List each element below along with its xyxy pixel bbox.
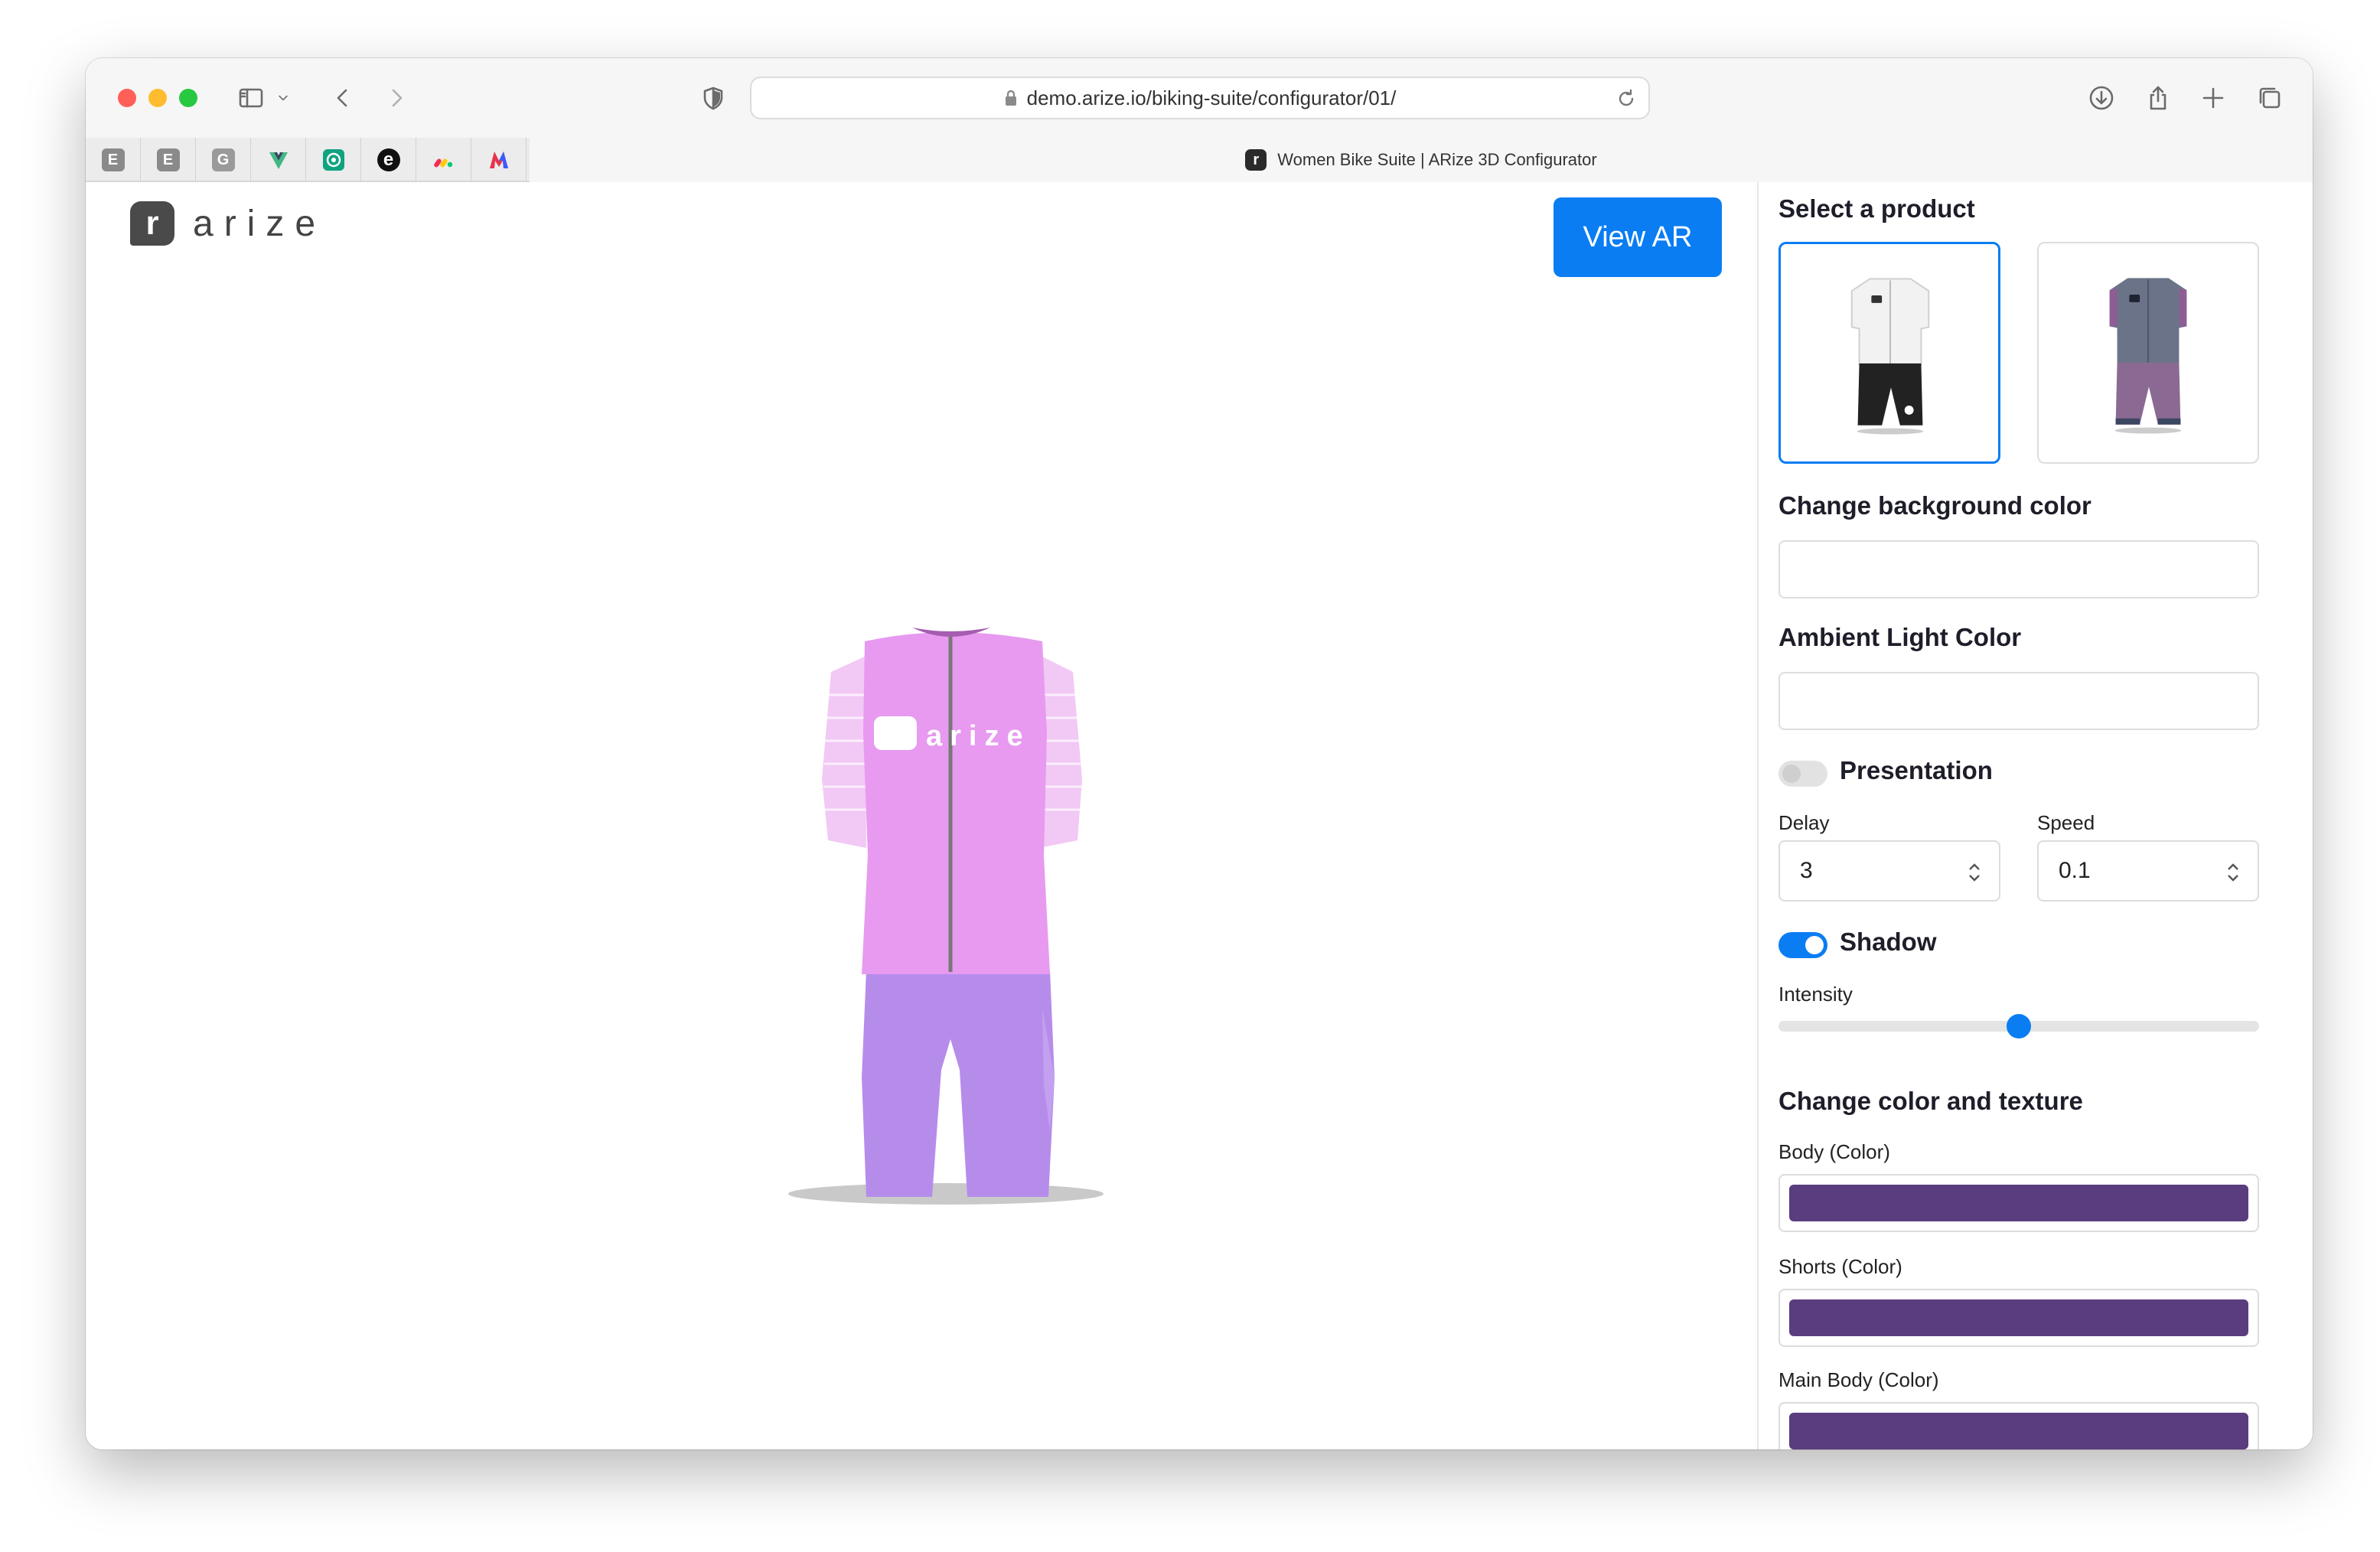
stepper-icon[interactable] <box>1967 859 1982 886</box>
intensity-slider-thumb[interactable] <box>2007 1014 2031 1038</box>
jersey-logo-text: arize <box>926 720 1031 752</box>
logo-text: arize <box>193 203 327 244</box>
pinned-tab-5[interactable] <box>306 138 361 182</box>
reload-icon[interactable] <box>1615 87 1638 110</box>
speed-value: 0.1 <box>2059 858 2091 883</box>
main-body-color-fill <box>1789 1413 2248 1449</box>
share-icon[interactable] <box>2143 83 2173 113</box>
m-logo-icon <box>489 152 508 168</box>
3d-viewer[interactable]: r arize View AR arize <box>86 182 1757 1449</box>
address-bar[interactable]: demo.arize.io/biking-suite/configurator/… <box>750 77 1650 119</box>
shorts-color-fill <box>1789 1299 2248 1336</box>
close-window-button[interactable] <box>118 89 136 107</box>
background-color-input[interactable] <box>1778 540 2259 598</box>
main-body-color-label: Main Body (Color) <box>1778 1368 1939 1391</box>
view-ar-button[interactable]: View AR <box>1554 197 1722 277</box>
shorts-mesh <box>862 970 1055 1197</box>
arize-logo[interactable]: r arize <box>130 201 326 246</box>
browser-toolbar: demo.arize.io/biking-suite/configurator/… <box>86 58 2313 138</box>
page-content: r arize View AR arize Select a product C… <box>86 182 2313 1449</box>
left-sleeve <box>822 657 866 848</box>
chevron-down-icon[interactable] <box>272 83 294 113</box>
bike-suit-3d-model[interactable]: arize <box>759 549 1126 1208</box>
openai-logo-icon <box>322 149 344 171</box>
presentation-toggle[interactable] <box>1778 761 1827 787</box>
background-color-title: Change background color <box>1778 491 2091 520</box>
pinned-tab-favicon: G <box>211 148 235 171</box>
tab-bar: E E G e r Women Bike Suite | ARize 3D Co… <box>86 138 2313 182</box>
delay-label: Delay <box>1778 811 1830 834</box>
delay-input[interactable]: 3 <box>1778 840 2000 902</box>
vue-logo-icon <box>269 152 288 169</box>
active-tab[interactable]: r Women Bike Suite | ARize 3D Configurat… <box>530 138 2313 182</box>
pinned-tab-6[interactable]: e <box>361 138 416 182</box>
select-product-title: Select a product <box>1778 194 1975 223</box>
shorts-color-swatch[interactable] <box>1778 1289 2259 1347</box>
forward-arrow-icon[interactable] <box>381 83 412 113</box>
pinned-tab-8[interactable] <box>471 138 527 182</box>
pinned-tab-favicon: E <box>156 148 180 171</box>
product-card-grey-suit[interactable] <box>2037 242 2259 464</box>
body-color-fill <box>1789 1185 2248 1221</box>
model-shadow <box>788 1183 1104 1205</box>
main-body-color-swatch[interactable] <box>1778 1402 2259 1449</box>
jersey-mesh <box>862 632 1050 974</box>
pinned-tab-7[interactable] <box>416 138 471 182</box>
presentation-label: Presentation <box>1840 756 1993 784</box>
pinned-tab-favicon: E <box>101 148 125 171</box>
monday-logo-icon <box>433 158 452 168</box>
sidebar-toggle-icon[interactable] <box>236 83 266 113</box>
delay-value: 3 <box>1800 858 1813 883</box>
minimize-window-button[interactable] <box>148 89 167 107</box>
speed-label: Speed <box>2037 811 2095 834</box>
tab-title: Women Bike Suite | ARize 3D Configurator <box>1277 150 1597 169</box>
pinned-tab-1[interactable]: E <box>86 138 141 182</box>
speed-input[interactable]: 0.1 <box>2037 840 2259 902</box>
lock-icon <box>1005 90 1016 106</box>
tab-overview-icon[interactable] <box>2254 83 2285 113</box>
tab-favicon: r <box>1245 149 1267 171</box>
privacy-shield-icon[interactable] <box>698 83 729 113</box>
product-thumbnail-grey-suit <box>2109 278 2187 434</box>
pinned-tab-2[interactable]: E <box>141 138 196 182</box>
downloads-icon[interactable] <box>2086 83 2117 113</box>
body-color-swatch[interactable] <box>1778 1174 2259 1232</box>
color-texture-title: Change color and texture <box>1778 1087 2083 1115</box>
intensity-label: Intensity <box>1778 983 1853 1006</box>
configurator-panel: Select a product Change background color… <box>1759 182 2313 1449</box>
presentation-toggle-knob <box>1782 765 1801 783</box>
product-thumbnail-white-suit <box>1850 278 1930 435</box>
shadow-toggle[interactable] <box>1778 932 1827 958</box>
maximize-window-button[interactable] <box>179 89 197 107</box>
pinned-tab-favicon: e <box>377 148 400 171</box>
shadow-label: Shadow <box>1840 928 1937 956</box>
pinned-tab-3[interactable]: G <box>196 138 251 182</box>
screenshot-stage: demo.arize.io/biking-suite/configurator/… <box>0 0 2380 1552</box>
back-arrow-icon[interactable] <box>328 83 358 113</box>
browser-window: demo.arize.io/biking-suite/configurator/… <box>86 58 2313 1449</box>
shorts-color-label: Shorts (Color) <box>1778 1255 1902 1278</box>
url-text: demo.arize.io/biking-suite/configurator/… <box>1026 86 1397 109</box>
stepper-icon[interactable] <box>2225 859 2241 886</box>
ambient-light-color-input[interactable] <box>1778 672 2259 730</box>
logo-mark: r <box>130 201 174 246</box>
pinned-tab-4[interactable] <box>251 138 306 182</box>
jersey-logo-mark <box>874 716 917 750</box>
shadow-toggle-knob <box>1805 936 1824 954</box>
body-color-label: Body (Color) <box>1778 1140 1890 1163</box>
product-card-white-suit[interactable] <box>1778 242 2000 464</box>
new-tab-plus-icon[interactable] <box>2198 83 2228 113</box>
ambient-light-title: Ambient Light Color <box>1778 623 2022 651</box>
